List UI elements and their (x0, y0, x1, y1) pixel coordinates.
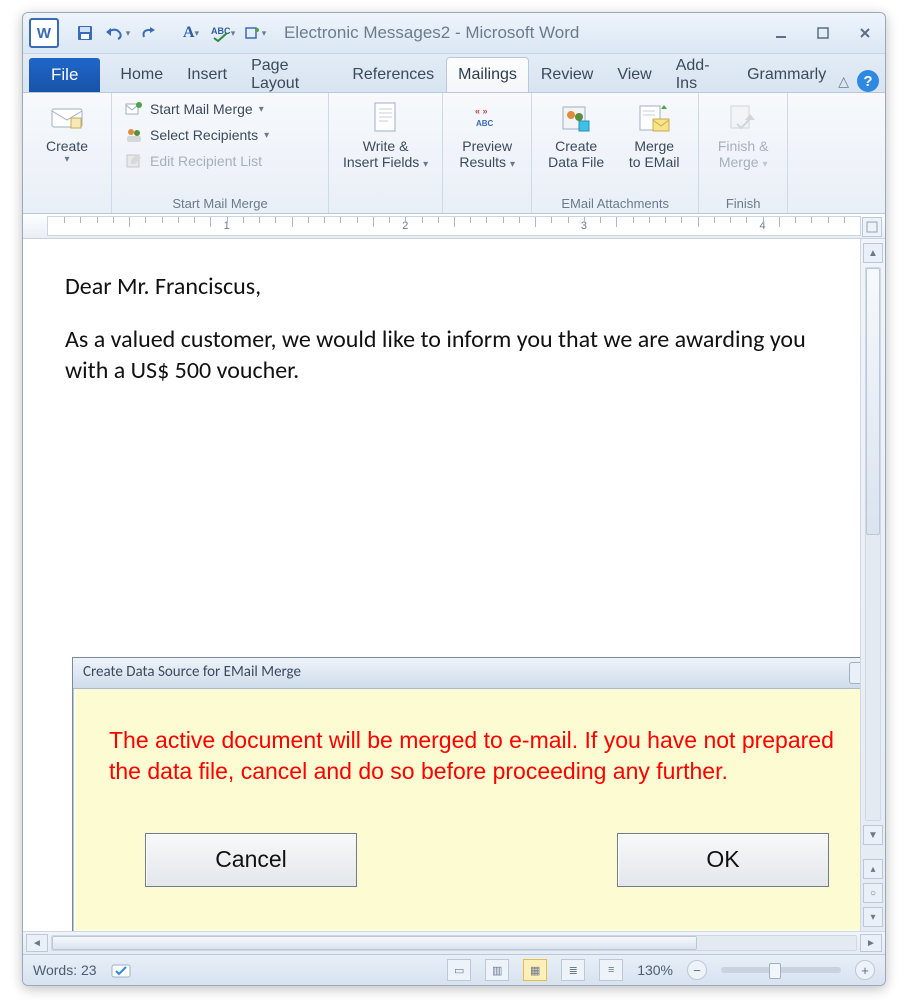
scroll-down-icon[interactable]: ▼ (863, 825, 883, 845)
proofing-icon[interactable] (111, 961, 133, 979)
save-icon[interactable] (71, 19, 99, 47)
ribbon-collapse-icon[interactable]: △ (838, 73, 849, 90)
create-data-file-button[interactable]: Create Data File (540, 97, 612, 174)
horizontal-scrollbar[interactable]: ◄ ► (23, 931, 885, 954)
tab-grammarly[interactable]: Grammarly (735, 57, 838, 92)
tab-home[interactable]: Home (108, 57, 175, 92)
ribbon-tabs: File Home Insert Page Layout References … (23, 54, 885, 93)
vertical-scrollbar[interactable]: ▲ ▼ ▴ ○ ▾ (860, 239, 885, 931)
view-outline-icon[interactable]: ≣ (561, 959, 585, 981)
view-full-reading-icon[interactable]: ▥ (485, 959, 509, 981)
close-icon[interactable] (851, 21, 879, 45)
svg-text:« »: « » (475, 106, 488, 116)
finish-merge-button: Finish & Merge ▾ (707, 97, 779, 175)
zoom-slider-knob[interactable] (769, 963, 781, 979)
mail-merge-icon (124, 99, 144, 119)
tab-review[interactable]: Review (529, 57, 605, 92)
maximize-icon[interactable] (809, 21, 837, 45)
tab-insert[interactable]: Insert (175, 57, 239, 92)
app-window: W ▾ A▾ ABC ▾ ▾ Electronic Messages2 - Mi… (22, 12, 886, 986)
scroll-thumb[interactable] (866, 268, 880, 535)
envelope-icon (50, 101, 84, 135)
svg-text:ABC: ABC (211, 26, 231, 36)
redo-icon[interactable] (135, 19, 163, 47)
scroll-right-icon[interactable]: ► (860, 934, 882, 952)
svg-text:ABC: ABC (476, 119, 494, 128)
merge-email-icon (637, 101, 671, 135)
ruler-scale[interactable]: 1 2 3 4 (47, 216, 861, 236)
word-app-icon: W (29, 18, 59, 48)
group-email-attachments: EMail Attachments (540, 194, 690, 211)
view-web-layout-icon[interactable]: ▦ (523, 959, 547, 981)
status-bar: Words: 23 ▭ ▥ ▦ ≣ ≡ 130% − + (23, 954, 885, 985)
zoom-out-icon[interactable]: − (687, 960, 707, 980)
tab-file[interactable]: File (29, 58, 100, 92)
write-insert-fields-button[interactable]: Write & Insert Fields ▾ (337, 97, 434, 175)
finish-icon (726, 101, 760, 135)
create-label: Create (46, 138, 88, 154)
group-start-mail-merge: Start Mail Merge (120, 194, 320, 211)
browse-object-icon[interactable]: ○ (863, 883, 883, 903)
preview-results-button[interactable]: « »ABC Preview Results ▾ (451, 97, 523, 175)
tab-add-ins[interactable]: Add-Ins (664, 57, 735, 92)
prev-page-icon[interactable]: ▴ (863, 859, 883, 879)
tab-mailings[interactable]: Mailings (446, 57, 529, 92)
view-draft-icon[interactable]: ≡ (599, 959, 623, 981)
cancel-button[interactable]: Cancel (145, 833, 357, 887)
dialog-titlebar[interactable]: Create Data Source for EMail Merge (73, 658, 885, 689)
titlebar: W ▾ A▾ ABC ▾ ▾ Electronic Messages2 - Mi… (23, 13, 885, 54)
ruler-toggle-icon[interactable] (862, 217, 882, 237)
create-data-icon (559, 101, 593, 135)
dialog-title-text: Create Data Source for EMail Merge (83, 663, 301, 683)
document-paragraph: As a valued customer, we would like to i… (65, 324, 827, 386)
edit-list-icon (124, 151, 144, 171)
recipients-icon (124, 125, 144, 145)
tab-references[interactable]: References (340, 57, 446, 92)
merge-to-email-button[interactable]: Merge to EMail (618, 97, 690, 174)
minimize-icon[interactable] (767, 21, 795, 45)
group-finish: Finish (707, 194, 779, 211)
hscroll-thumb[interactable] (52, 936, 697, 950)
qat-font-icon[interactable]: A▾ (177, 19, 205, 47)
scroll-left-icon[interactable]: ◄ (26, 934, 48, 952)
dialog-message: The active document will be merged to e-… (109, 725, 849, 787)
undo-icon[interactable]: ▾ (103, 19, 131, 47)
ribbon: Create ▾ Start Mail Merge (23, 93, 885, 214)
tab-view[interactable]: View (605, 57, 663, 92)
help-icon[interactable]: ? (857, 70, 879, 92)
ok-button[interactable]: OK (617, 833, 829, 887)
view-print-layout-icon[interactable]: ▭ (447, 959, 471, 981)
next-page-icon[interactable]: ▾ (863, 907, 883, 927)
qat-spellcheck-icon[interactable]: ABC ▾ (209, 19, 237, 47)
preview-icon: « » ABC (470, 101, 504, 135)
zoom-level[interactable]: 130% (637, 962, 673, 978)
tab-page-layout[interactable]: Page Layout (239, 57, 340, 92)
zoom-in-icon[interactable]: + (855, 960, 875, 980)
qat-misc-icon[interactable]: ▾ (241, 19, 269, 47)
ruler: 1 2 3 4 (23, 214, 885, 239)
document-page[interactable]: Dear Mr. Franciscus, As a valued custome… (51, 247, 837, 931)
create-button[interactable]: Create ▾ (31, 97, 103, 170)
start-mail-merge-button[interactable]: Start Mail Merge (120, 97, 273, 121)
status-words[interactable]: Words: 23 (33, 962, 97, 978)
zoom-slider[interactable] (721, 967, 841, 973)
edit-recipient-list-button: Edit Recipient List (120, 149, 273, 173)
document-icon (369, 101, 403, 135)
select-recipients-button[interactable]: Select Recipients (120, 123, 273, 147)
dialog-create-data-source: Create Data Source for EMail Merge The a… (72, 657, 885, 931)
window-title: Electronic Messages2 - Microsoft Word (273, 23, 590, 43)
document-area: Dear Mr. Franciscus, As a valued custome… (23, 239, 885, 931)
document-paragraph: Dear Mr. Franciscus, (65, 271, 827, 302)
scroll-up-icon[interactable]: ▲ (863, 243, 883, 263)
